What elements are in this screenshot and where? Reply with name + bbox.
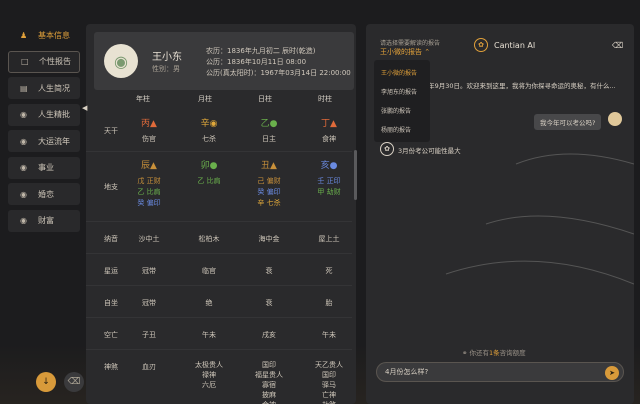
user-icon: ♟ bbox=[20, 30, 28, 40]
row-shensha: 神煞 血刃 太极贵人 禄神 六厄 国印 福星贵人 寡宿 披麻 金神 天乙贵人 国… bbox=[104, 361, 343, 404]
branch-day: 丑▲ bbox=[261, 161, 277, 171]
sidebar-item-career[interactable]: ◉ 事业 bbox=[8, 156, 80, 179]
dropdown-option[interactable]: 张鹏的报告 bbox=[374, 101, 430, 120]
profile-gender: 性别：男 bbox=[152, 65, 180, 73]
col-day: 日柱 bbox=[258, 95, 272, 103]
row-xingyun: 星运 冠带 临官 衰 死 bbox=[86, 254, 352, 286]
sidebar-item-personal-report[interactable]: □ 个性报告 bbox=[8, 50, 80, 73]
send-icon: ➤ bbox=[609, 369, 615, 377]
row-kongwang: 空亡 子丑 午未 戌亥 午未 bbox=[86, 318, 352, 350]
lock-icon: ◉ bbox=[20, 163, 27, 172]
hidden-hour: 壬 正印 甲 劫财 bbox=[317, 177, 341, 196]
god-hour: 食神 bbox=[322, 135, 336, 143]
chat-input-box: ➤ bbox=[376, 362, 624, 382]
bot-message: 3月份考公可能性最大 bbox=[398, 147, 461, 155]
row-label: 天干 bbox=[104, 127, 118, 135]
trash-icon: ⌫ bbox=[67, 377, 81, 387]
stem-hour: 丁▲ bbox=[321, 119, 337, 129]
profile-dates: 农历：1836年九月初二 辰时(乾造) 公历：1836年10月11日 08:00… bbox=[206, 46, 351, 79]
hidden-day: 己 偏财 癸 偏印 辛 七杀 bbox=[257, 177, 281, 207]
chat-input[interactable] bbox=[385, 366, 585, 378]
row-label: 地支 bbox=[104, 183, 118, 191]
dropdown-option[interactable]: 杨丽的报告 bbox=[374, 120, 430, 139]
avatar: ◉ bbox=[104, 44, 138, 78]
brand-logo: ✿ Cantian AI bbox=[474, 38, 535, 52]
hidden-year: 戊 正财 乙 比肩 癸 偏印 bbox=[137, 177, 161, 207]
quota-text: ⚭ 你还有1条咨询额度 bbox=[462, 349, 526, 357]
sidebar-item-life-overview[interactable]: ▤ 人生简况 bbox=[8, 77, 80, 99]
branch-hour: 亥● bbox=[320, 161, 338, 171]
col-month: 月柱 bbox=[198, 95, 212, 103]
download-icon: ↓ bbox=[42, 377, 50, 387]
info-icon: ⚭ bbox=[462, 349, 468, 357]
god-month: 七杀 bbox=[202, 135, 216, 143]
report-icon: □ bbox=[21, 57, 29, 66]
user-avatar bbox=[608, 112, 622, 126]
dropdown-option[interactable]: 李旭东的报告 bbox=[374, 82, 430, 101]
sidebar-item-life-detail[interactable]: ◉ 人生精批 bbox=[8, 103, 80, 126]
delete-button[interactable]: ⌫ bbox=[64, 372, 84, 392]
true-solar-date: 公历(真太阳时)：1967年03月14日 22:00:00 bbox=[206, 69, 351, 77]
sidebar-item-wealth[interactable]: ◉ 财富 bbox=[8, 209, 80, 232]
stem-year: 丙▲ bbox=[141, 119, 157, 129]
bot-message: 4年9月30日。欢迎来到这里，我将为你探寻命运的奥秘，有什么... bbox=[424, 82, 616, 90]
hidden-month: 乙 比肩 bbox=[197, 177, 221, 185]
report-dropdown: 王小微的报告 李旭东的报告 张鹏的报告 杨丽的报告 bbox=[374, 60, 430, 142]
logo-icon: ✿ bbox=[474, 38, 488, 52]
row-zizuo: 自坐 冠带 绝 衰 胎 bbox=[86, 286, 352, 318]
download-button[interactable]: ↓ bbox=[36, 372, 56, 392]
lock-icon: ◉ bbox=[20, 136, 27, 146]
solar-date: 公历：1836年10月11日 08:00 bbox=[206, 58, 307, 66]
branch-year: 辰▲ bbox=[141, 161, 157, 171]
lock-icon: ◉ bbox=[20, 110, 27, 119]
sidebar-item-marriage[interactable]: ◉ 婚恋 bbox=[8, 183, 80, 205]
pig-icon: ◉ bbox=[114, 51, 128, 71]
send-button[interactable]: ➤ bbox=[605, 366, 619, 380]
god-year: 伤官 bbox=[142, 135, 156, 143]
bot-avatar: ✿ bbox=[380, 142, 394, 156]
dropdown-option[interactable]: 王小微的报告 bbox=[374, 63, 430, 82]
chevron-up-icon: ⌃ bbox=[424, 48, 431, 56]
stem-day: 乙● bbox=[260, 119, 278, 129]
god-day: 日主 bbox=[262, 135, 276, 143]
chart-scrollbar[interactable] bbox=[354, 150, 357, 200]
branch-month: 卯● bbox=[200, 161, 218, 171]
col-year: 年柱 bbox=[136, 95, 150, 103]
report-select[interactable]: 王小微的报告 ⌃ bbox=[380, 47, 430, 57]
stem-month: 辛◉ bbox=[200, 119, 218, 129]
profile-name: 王小东 bbox=[152, 52, 182, 63]
report-select-label: 请选择需要解读的报告 bbox=[380, 40, 441, 47]
lunar-date: 农历：1836年九月初二 辰时(乾造) bbox=[206, 47, 316, 55]
sidebar-item-luck-years[interactable]: ◉ 大运流年 bbox=[8, 130, 80, 152]
chat-panel: 请选择需要解读的报告 王小微的报告 ⌃ ✿ Cantian AI ⌫ 4年9月3… bbox=[366, 24, 634, 404]
row-nayin: 纳音 沙中土 松柏木 海中金 屋上土 bbox=[86, 222, 352, 254]
sidebar-bottom-actions: ↓ ⌫ bbox=[36, 372, 84, 392]
book-icon: ▤ bbox=[20, 83, 28, 93]
sidebar-item-basic-info[interactable]: ♟ 基本信息 bbox=[8, 24, 80, 46]
lock-icon: ◉ bbox=[20, 216, 27, 225]
sidebar-nav: ♟ 基本信息 □ 个性报告 ▤ 人生简况 ◉ 人生精批 ◉ 大运流年 ◉ 事业 … bbox=[8, 24, 80, 236]
row-tiangan: 天干 丙▲ 伤官 辛◉ 七杀 乙● 日主 丁▲ 食神 bbox=[86, 108, 352, 152]
row-dizhi: 地支 辰▲ 戊 正财 乙 比肩 癸 偏印 卯● 乙 比肩 丑▲ 己 偏财 癸 偏… bbox=[86, 152, 352, 222]
user-message: 我今年可以考公吗? bbox=[534, 114, 602, 130]
lock-icon: ◉ bbox=[20, 189, 27, 199]
profile-card: ◉ 王小东 性别：男 农历：1836年九月初二 辰时(乾造) 公历：1836年1… bbox=[94, 32, 354, 90]
col-hour: 时柱 bbox=[318, 95, 332, 103]
clear-chat-icon[interactable]: ⌫ bbox=[612, 41, 623, 50]
